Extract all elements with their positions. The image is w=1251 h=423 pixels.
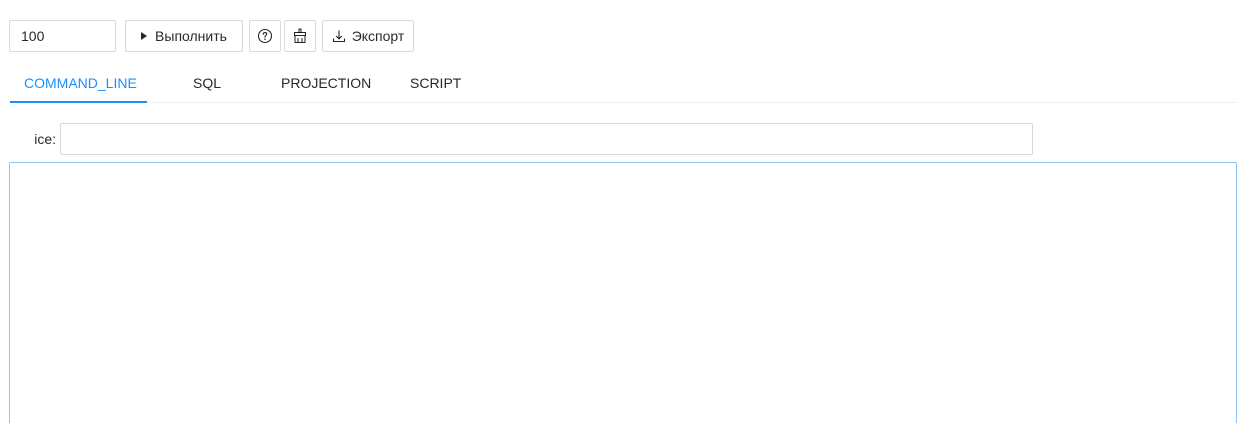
row-limit-input[interactable] [9,20,116,52]
ice-field-label: ice: [34,131,56,147]
query-type-tabs: COMMAND_LINE SQL PROJECTION SCRIPT [10,66,1237,103]
tab-script[interactable]: SCRIPT [410,66,461,102]
tab-command-line[interactable]: COMMAND_LINE [24,66,137,102]
help-button[interactable] [249,20,281,52]
export-button[interactable]: Экспорт [322,20,414,52]
play-icon [141,32,148,40]
run-button-label: Выполнить [155,28,227,44]
tab-sql[interactable]: SQL [193,66,221,102]
tab-projection[interactable]: PROJECTION [281,66,371,102]
broom-icon [292,28,308,44]
export-button-label: Экспорт [351,28,405,44]
active-tab-indicator [10,101,147,103]
toolbar: Выполнить [9,20,414,52]
download-icon [332,29,346,43]
ice-field-row: ice: [0,123,1033,155]
question-circle-icon [257,28,273,44]
run-button[interactable]: Выполнить [125,20,243,52]
query-console: Выполнить [0,0,1251,423]
clear-button[interactable] [284,20,316,52]
command-editor[interactable] [9,162,1237,423]
ice-field-input[interactable] [60,123,1033,155]
